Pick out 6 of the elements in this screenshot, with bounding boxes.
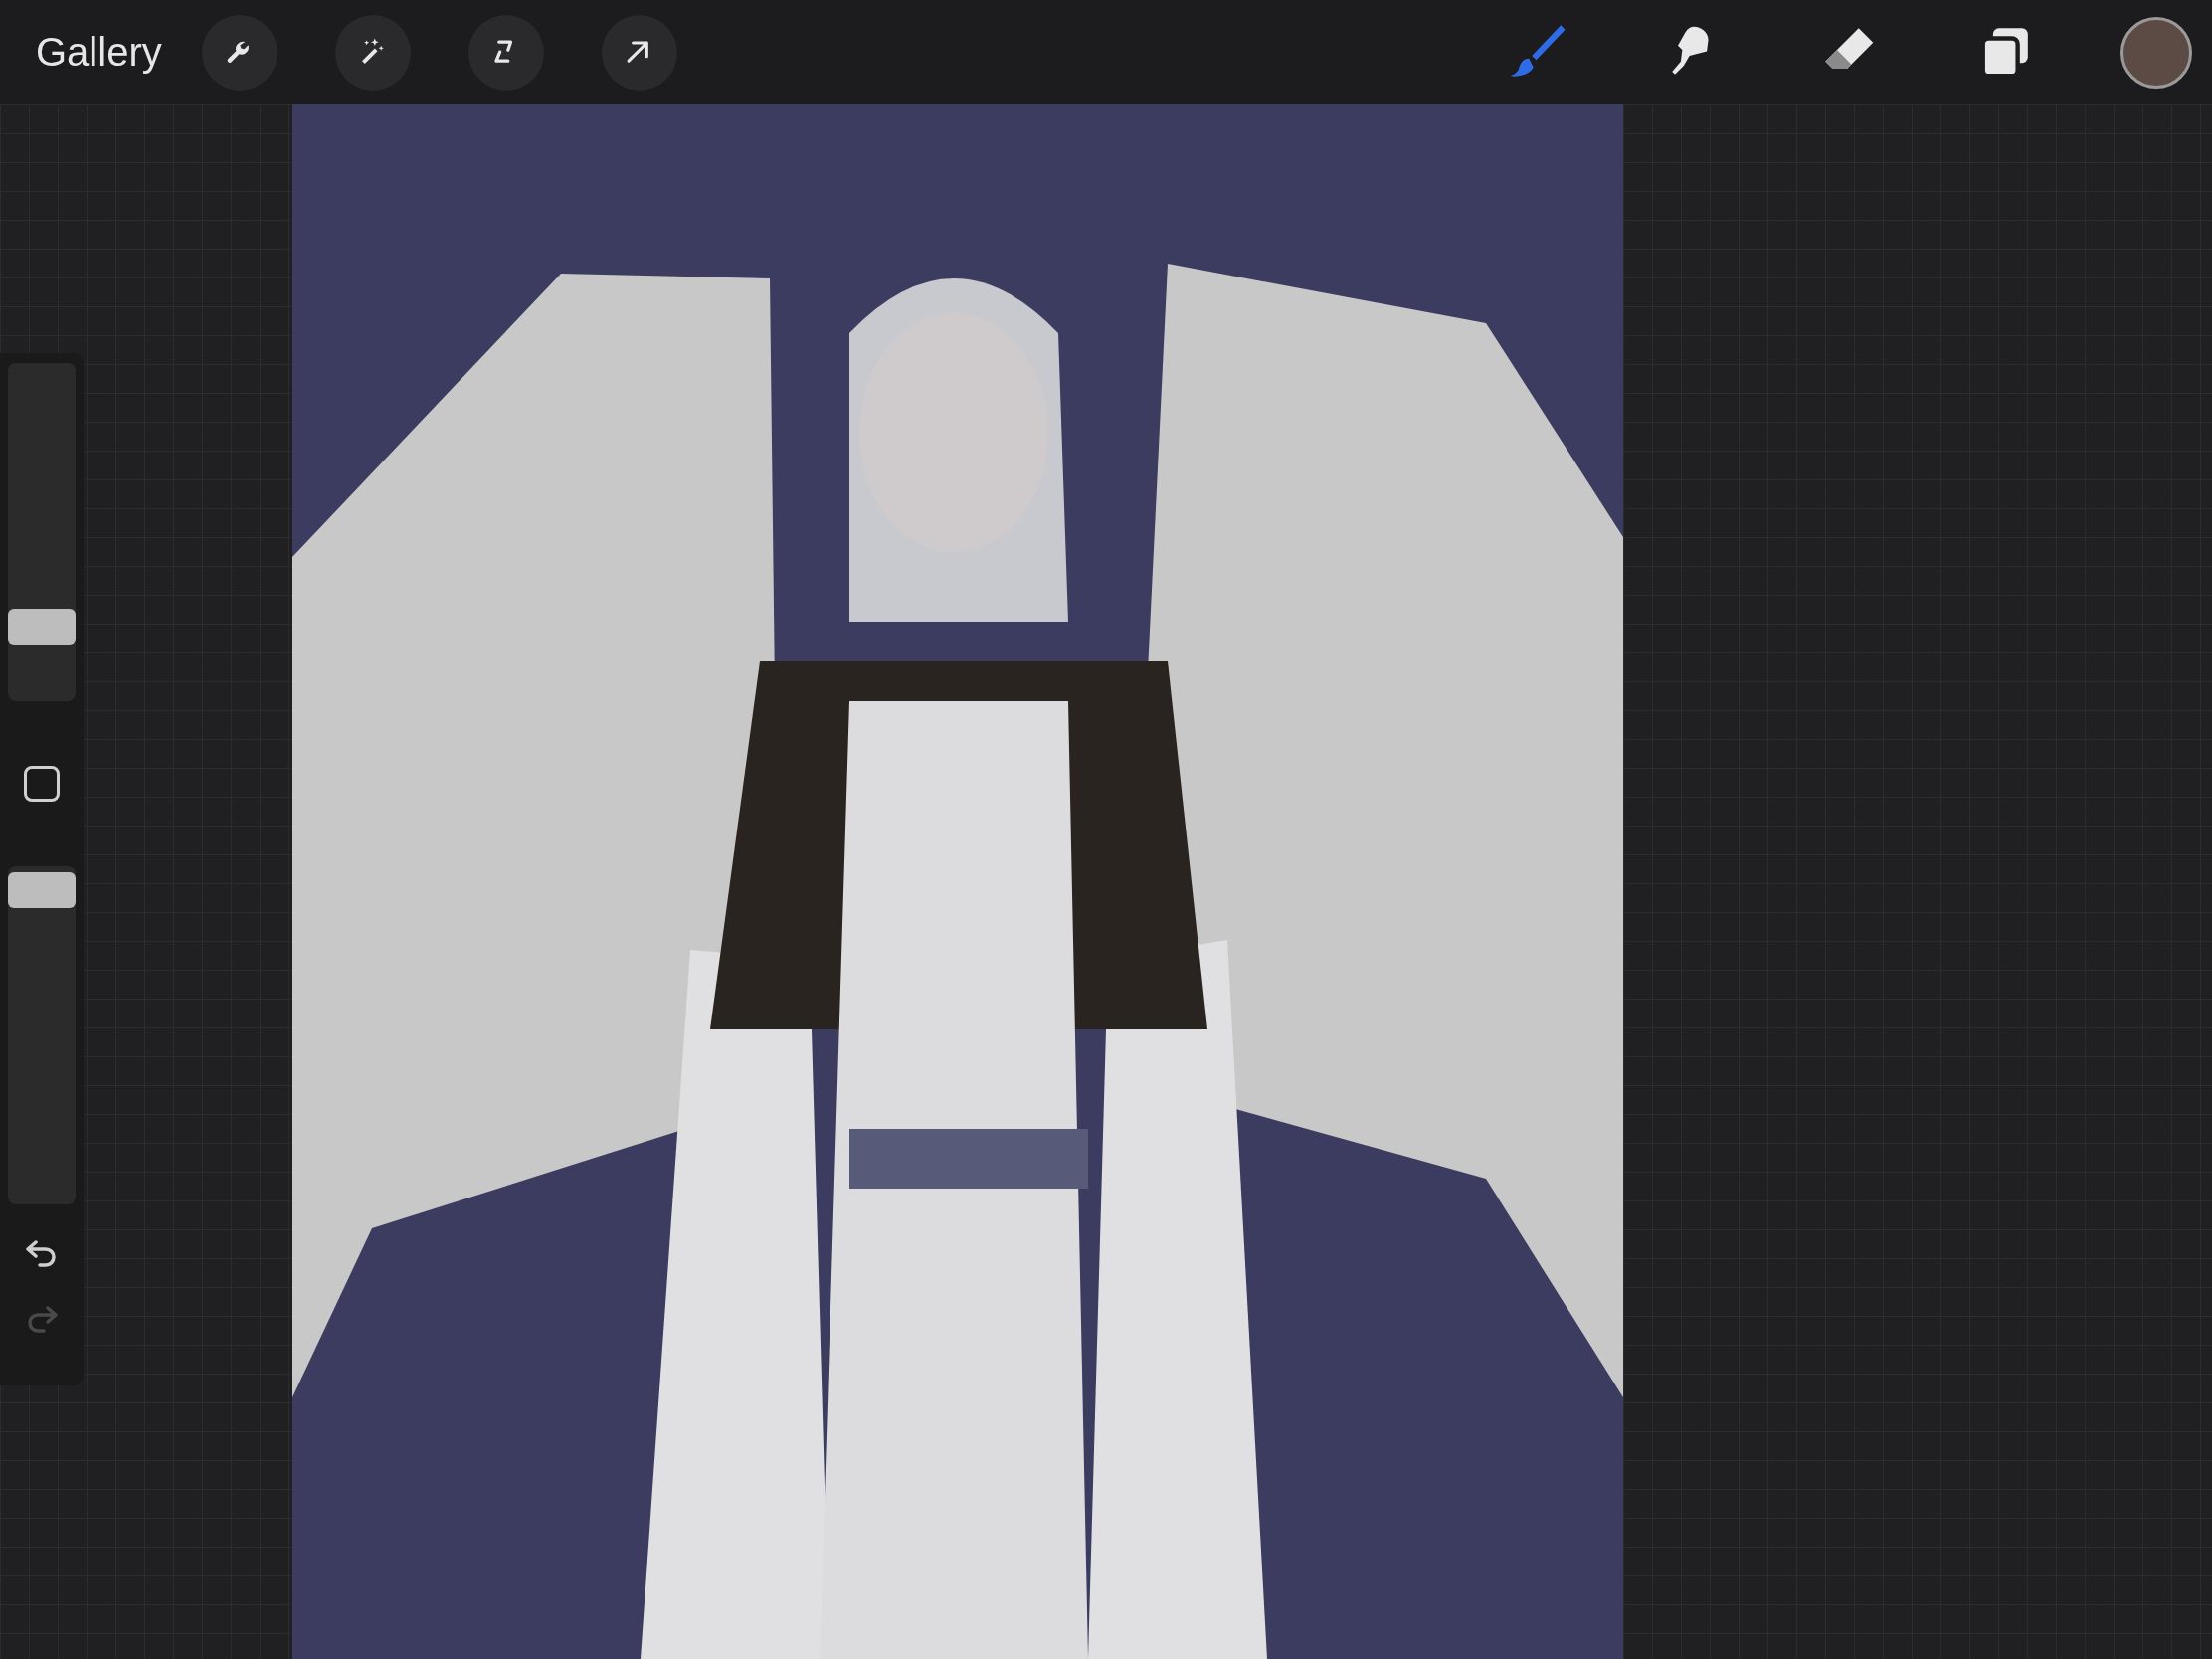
opacity-slider[interactable] bbox=[8, 866, 76, 1204]
slider-thumb[interactable] bbox=[8, 871, 76, 908]
modify-button[interactable] bbox=[24, 766, 60, 802]
gallery-button[interactable]: Gallery bbox=[36, 30, 162, 75]
brush-size-slider[interactable] bbox=[8, 363, 76, 701]
slider-thumb[interactable] bbox=[8, 609, 76, 645]
